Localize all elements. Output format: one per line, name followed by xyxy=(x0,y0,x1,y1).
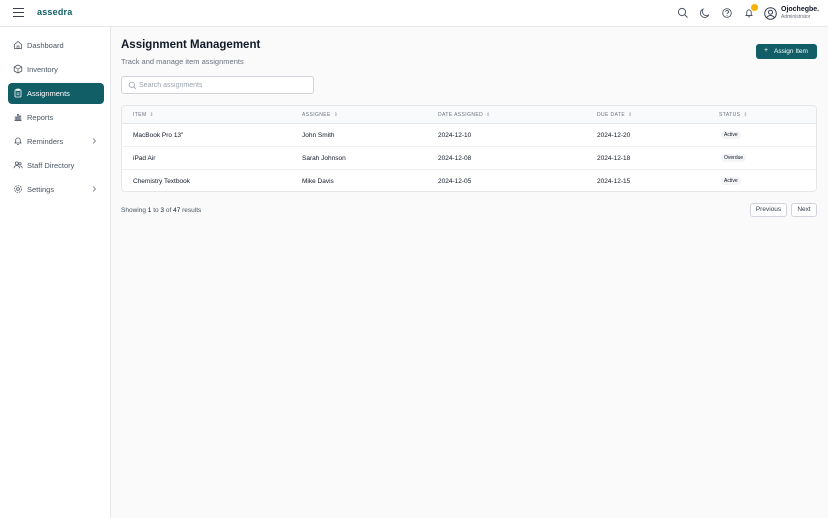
assignments-table: ITEM ⇕ ASSIGNEE ⇕ DATE ASSIGNED ⇕ DUE DATE ⇕… xyxy=(121,105,817,192)
pagination-summary: Showing 1 to 3 of 47 results xyxy=(121,207,202,214)
column-header-due-date[interactable]: DUE DATE ⇕ xyxy=(597,112,633,118)
cell-due-date: 2024-12-20 xyxy=(597,132,631,139)
sidebar-item-reports[interactable]: Reports xyxy=(8,107,104,128)
sidebar-item-assignments[interactable]: Assignments xyxy=(8,83,104,104)
chevron-right-icon xyxy=(90,137,98,145)
cell-due-date: 2024-12-15 xyxy=(597,178,631,185)
status-badge: Active xyxy=(721,131,741,139)
page-subtitle: Track and manage item assignments xyxy=(121,57,244,66)
column-header-item[interactable]: ITEM ⇕ xyxy=(133,112,154,118)
user-name[interactable]: Ojochegbe. xyxy=(781,6,819,13)
cell-item: Chemistry Textbook xyxy=(133,178,190,185)
box-icon xyxy=(13,64,23,74)
next-page-button[interactable]: Next xyxy=(791,203,817,217)
main-content: Assignment Management Track and manage i… xyxy=(111,27,828,518)
home-icon xyxy=(13,40,23,50)
top-bar: assedra Ojochegbe. Administrator xyxy=(0,0,828,27)
cell-item: iPad Air xyxy=(133,155,156,162)
status-badge: Overdue xyxy=(721,154,747,162)
chevron-right-icon xyxy=(90,185,98,193)
bell-icon xyxy=(13,136,23,146)
plus-icon: + xyxy=(764,47,769,54)
search-input[interactable] xyxy=(139,79,309,91)
bar-chart-icon xyxy=(13,112,23,122)
assign-item-button[interactable]: + Assign Item xyxy=(756,44,817,59)
sidebar-item-label: Assignments xyxy=(27,89,70,98)
sort-icon: ⇕ xyxy=(149,112,155,118)
table-row[interactable]: MacBook Pro 13" John Smith 2024-12-10 20… xyxy=(122,124,816,147)
avatar[interactable] xyxy=(764,7,777,20)
sort-icon: ⇕ xyxy=(486,112,491,118)
table-row[interactable]: Chemistry Textbook Mike Davis 2024-12-05… xyxy=(122,170,816,191)
cell-date-assigned: 2024-12-10 xyxy=(438,132,472,139)
assign-item-label: Assign Item xyxy=(774,48,808,55)
sidebar-item-label: Dashboard xyxy=(27,41,64,50)
help-icon[interactable] xyxy=(721,7,733,19)
sort-icon: ⇕ xyxy=(333,112,339,118)
menu-icon[interactable] xyxy=(13,8,24,18)
previous-page-button[interactable]: Previous xyxy=(750,203,787,217)
sidebar-item-label: Inventory xyxy=(27,65,58,74)
cell-due-date: 2024-12-18 xyxy=(597,155,631,162)
search-icon[interactable] xyxy=(677,7,689,19)
cell-assignee: Mike Davis xyxy=(302,178,334,185)
moon-icon[interactable] xyxy=(699,7,711,19)
sidebar-item-label: Staff Directory xyxy=(27,161,75,170)
cell-date-assigned: 2024-12-05 xyxy=(438,178,472,185)
search-icon xyxy=(128,81,137,90)
cell-item: MacBook Pro 13" xyxy=(133,132,184,139)
status-badge: Active xyxy=(721,177,741,185)
cell-assignee: John Smith xyxy=(302,132,335,139)
sidebar-item-settings[interactable]: Settings xyxy=(8,179,104,200)
users-icon xyxy=(13,160,23,170)
sidebar-item-label: Reports xyxy=(27,113,54,122)
sidebar-item-label: Reminders xyxy=(27,137,64,146)
app-logo[interactable]: assedra xyxy=(37,7,72,17)
page-title: Assignment Management xyxy=(121,39,261,51)
sidebar: Dashboard Inventory Assignments Reports … xyxy=(0,27,111,518)
notification-badge xyxy=(751,4,758,11)
sidebar-item-dashboard[interactable]: Dashboard xyxy=(8,35,104,56)
clipboard-icon xyxy=(13,88,23,98)
sidebar-item-label: Settings xyxy=(27,185,55,194)
sort-icon: ⇕ xyxy=(743,112,748,118)
cell-date-assigned: 2024-12-08 xyxy=(438,155,472,162)
sidebar-item-inventory[interactable]: Inventory xyxy=(8,59,104,80)
search-box[interactable] xyxy=(121,76,314,94)
sidebar-item-staff-directory[interactable]: Staff Directory xyxy=(8,155,104,176)
table-header: ITEM ⇕ ASSIGNEE ⇕ DATE ASSIGNED ⇕ DUE DATE ⇕… xyxy=(122,106,816,124)
sidebar-item-reminders[interactable]: Reminders xyxy=(8,131,104,152)
gear-icon xyxy=(13,184,23,194)
column-header-date-assigned[interactable]: DATE ASSIGNED ⇕ xyxy=(438,112,491,118)
user-role: Administrator xyxy=(781,14,811,20)
column-header-status[interactable]: STATUS ⇕ xyxy=(719,112,748,118)
table-row[interactable]: iPad Air Sarah Johnson 2024-12-08 2024-1… xyxy=(122,147,816,170)
column-header-assignee[interactable]: ASSIGNEE ⇕ xyxy=(302,112,338,118)
cell-assignee: Sarah Johnson xyxy=(302,155,346,162)
sort-icon: ⇕ xyxy=(628,112,633,118)
